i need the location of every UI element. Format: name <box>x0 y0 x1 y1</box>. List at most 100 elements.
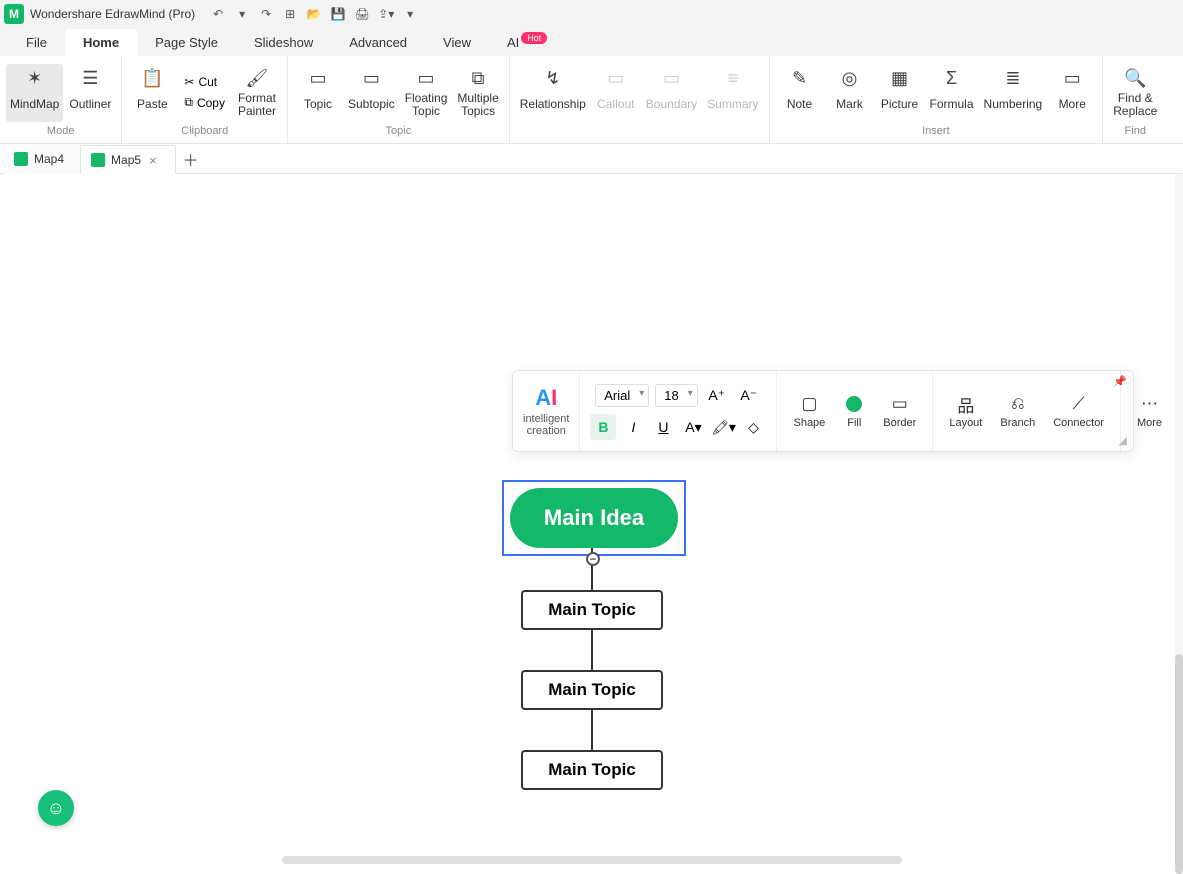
doc-tab-map5[interactable]: Map5× <box>80 145 176 175</box>
callout-icon: ▭ <box>604 68 628 90</box>
multiple-topics-button[interactable]: ⧉Multiple Topics <box>453 64 502 122</box>
qat-more[interactable]: ▾ <box>399 4 421 24</box>
ribbon-clipboard-label: Clipboard <box>181 125 228 141</box>
insert-more-button[interactable]: ▭More <box>1048 64 1096 122</box>
layout-button[interactable]: 品Layout <box>943 391 988 431</box>
vertical-scrollbar[interactable] <box>1175 174 1183 854</box>
italic-button[interactable]: I <box>620 414 646 440</box>
context-toolbar[interactable]: 📌 ◢ AI intelligentcreation Arial 18 A⁺ A… <box>512 370 1134 452</box>
mark-button[interactable]: ◎Mark <box>826 64 874 122</box>
highlight-button[interactable]: 🖍▾ <box>710 414 736 440</box>
ellipsis-icon: ⋯ <box>1139 393 1161 415</box>
ctx-more-button[interactable]: ⋯More <box>1131 391 1168 431</box>
copy-button[interactable]: ⧉Copy <box>178 93 231 112</box>
outliner-button[interactable]: ☰Outliner <box>65 64 115 122</box>
qat-dropdown[interactable]: ▾ <box>231 4 253 24</box>
note-icon: ✎ <box>788 68 812 90</box>
ribbon-mode-label: Mode <box>47 125 75 141</box>
tab-page-style[interactable]: Page Style <box>137 29 236 56</box>
underline-button[interactable]: U <box>650 414 676 440</box>
ribbon-insert-label: Insert <box>922 125 950 141</box>
font-size-select[interactable]: 18 <box>655 384 697 407</box>
shrink-font-button[interactable]: A⁻ <box>736 382 762 408</box>
tab-slideshow[interactable]: Slideshow <box>236 29 331 56</box>
open-button[interactable]: 📂 <box>303 4 325 24</box>
paste-icon: 📋 <box>140 68 164 90</box>
connector-button[interactable]: ⟋Connector <box>1047 391 1110 431</box>
clear-format-button[interactable]: ◇ <box>740 414 766 440</box>
assistant-fab[interactable]: ☺ <box>38 790 74 826</box>
redo-button[interactable]: ↷ <box>255 4 277 24</box>
branch-button[interactable]: ⎌Branch <box>994 391 1041 431</box>
mark-icon: ◎ <box>838 68 862 90</box>
ribbon-find-label: Find <box>1125 125 1146 141</box>
summary-button: ≡Summary <box>703 64 762 122</box>
ctx-ai-group[interactable]: AI intelligentcreation <box>513 371 580 451</box>
picture-button[interactable]: ▦Picture <box>876 64 924 122</box>
pin-button[interactable]: 📌 <box>1113 375 1127 388</box>
resize-handle[interactable]: ◢ <box>1119 434 1127 447</box>
numbering-button[interactable]: ≣Numbering <box>980 64 1047 122</box>
horizontal-scrollbar[interactable] <box>282 856 1173 864</box>
menu-bar: File Home Page Style Slideshow Advanced … <box>0 28 1183 56</box>
shape-icon: ▢ <box>798 393 820 415</box>
topic-icon: ▭ <box>306 68 330 90</box>
outliner-icon: ☰ <box>78 68 102 90</box>
border-button[interactable]: ▭Border <box>877 391 922 431</box>
ribbon-topic-label: Topic <box>386 125 412 141</box>
font-name-select[interactable]: Arial <box>595 384 649 407</box>
paste-button[interactable]: 📋Paste <box>128 64 176 122</box>
subtopic-button[interactable]: ▭Subtopic <box>344 64 399 122</box>
ribbon-group-find: 🔍Find & Replace Find <box>1103 56 1167 143</box>
doc-tab-map4[interactable]: Map4 <box>4 144 80 174</box>
format-painter-button[interactable]: 🖌Format Painter <box>233 64 281 122</box>
hscroll-thumb[interactable] <box>282 856 902 864</box>
floating-topic-icon: ▭ <box>414 68 438 90</box>
tab-advanced[interactable]: Advanced <box>331 29 425 56</box>
print-button[interactable]: 🖨 <box>351 4 373 24</box>
new-button[interactable]: ⊞ <box>279 4 301 24</box>
ribbon-group-relate: ↯Relationship ▭Callout ▭Boundary ≡Summar… <box>510 56 770 143</box>
formula-button[interactable]: ΣFormula <box>926 64 978 122</box>
branch-icon: ⎌ <box>1007 393 1029 415</box>
find-replace-button[interactable]: 🔍Find & Replace <box>1109 64 1161 122</box>
link-line <box>591 630 593 670</box>
copy-icon: ⧉ <box>184 95 193 110</box>
shape-button[interactable]: ▢Shape <box>787 391 831 431</box>
quick-access: ↶ ▾ ↷ ⊞ 📂 💾 🖨 ⇪▾ ▾ <box>207 4 421 24</box>
main-idea-node[interactable]: Main Idea <box>510 488 678 548</box>
fill-button[interactable]: Fill <box>837 391 871 431</box>
relationship-button[interactable]: ↯Relationship <box>516 64 590 122</box>
topic-node-2[interactable]: Main Topic <box>521 670 663 710</box>
topic-button[interactable]: ▭Topic <box>294 64 342 122</box>
tab-view[interactable]: View <box>425 29 489 56</box>
font-color-button[interactable]: A▾ <box>680 414 706 440</box>
ai-hot-badge: Hot <box>521 32 547 44</box>
bold-button[interactable]: B <box>590 414 616 440</box>
save-button[interactable]: 💾 <box>327 4 349 24</box>
title-bar: M Wondershare EdrawMind (Pro) ↶ ▾ ↷ ⊞ 📂 … <box>0 0 1183 28</box>
ctx-more-group: ⋯More <box>1121 371 1175 451</box>
app-title: Wondershare EdrawMind (Pro) <box>30 7 195 21</box>
grow-font-button[interactable]: A⁺ <box>704 382 730 408</box>
close-tab-button[interactable]: × <box>147 153 159 168</box>
tab-ai[interactable]: AIHot <box>489 29 565 56</box>
subtopic-icon: ▭ <box>359 68 383 90</box>
fill-icon <box>843 393 865 415</box>
ribbon-group-clipboard: 📋Paste ✂Cut ⧉Copy 🖌Format Painter Clipbo… <box>122 56 288 143</box>
add-tab-button[interactable]: ＋ <box>176 144 206 174</box>
summary-icon: ≡ <box>721 68 745 90</box>
vscroll-thumb[interactable] <box>1175 654 1183 874</box>
topic-node-1[interactable]: Main Topic <box>521 590 663 630</box>
export-button[interactable]: ⇪▾ <box>375 4 397 24</box>
floating-topic-button[interactable]: ▭Floating Topic <box>401 64 452 122</box>
tab-file[interactable]: File <box>8 29 65 56</box>
mindmap-button[interactable]: ✶MindMap <box>6 64 63 122</box>
canvas[interactable]: 📌 ◢ AI intelligentcreation Arial 18 A⁺ A… <box>0 174 1175 864</box>
collapse-handle[interactable]: − <box>586 552 600 566</box>
note-button[interactable]: ✎Note <box>776 64 824 122</box>
topic-node-3[interactable]: Main Topic <box>521 750 663 790</box>
tab-home[interactable]: Home <box>65 29 137 56</box>
cut-button[interactable]: ✂Cut <box>178 73 231 91</box>
undo-button[interactable]: ↶ <box>207 4 229 24</box>
